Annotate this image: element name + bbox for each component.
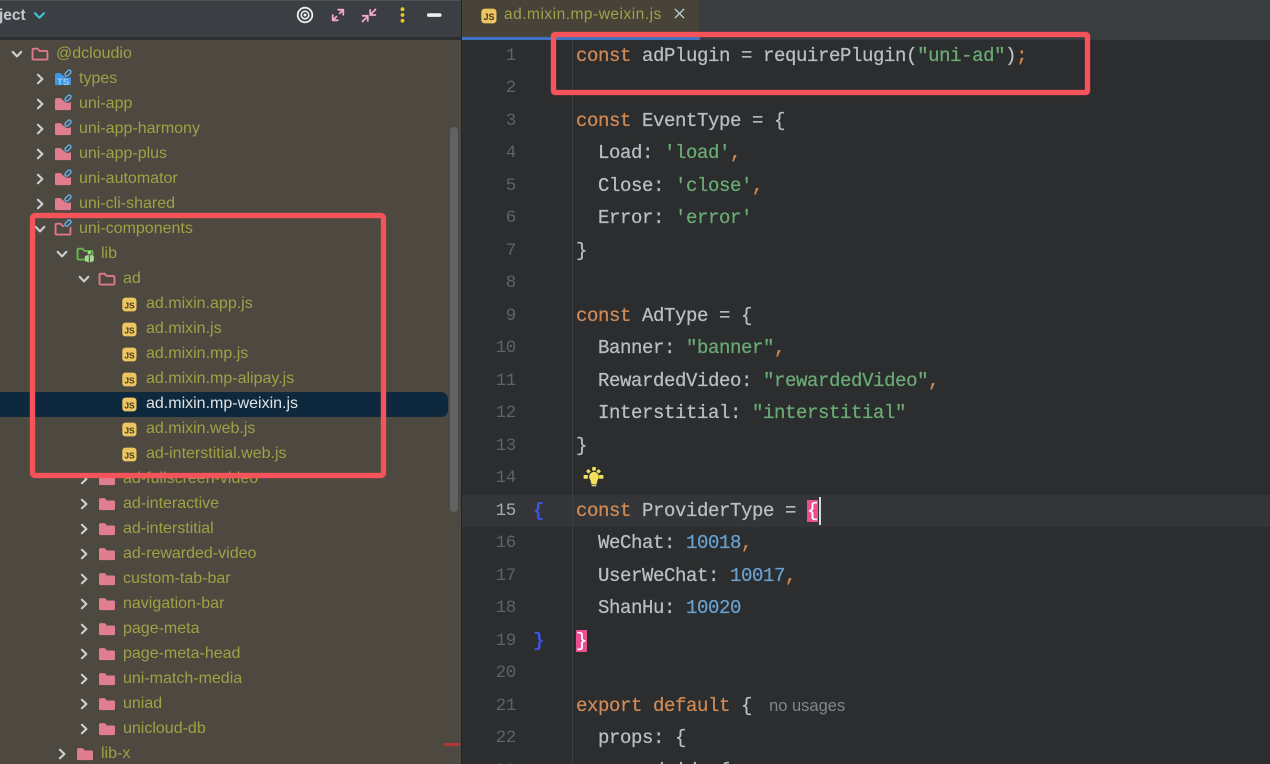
svg-text:JS: JS xyxy=(484,12,495,22)
svg-text:TS: TS xyxy=(57,77,69,88)
